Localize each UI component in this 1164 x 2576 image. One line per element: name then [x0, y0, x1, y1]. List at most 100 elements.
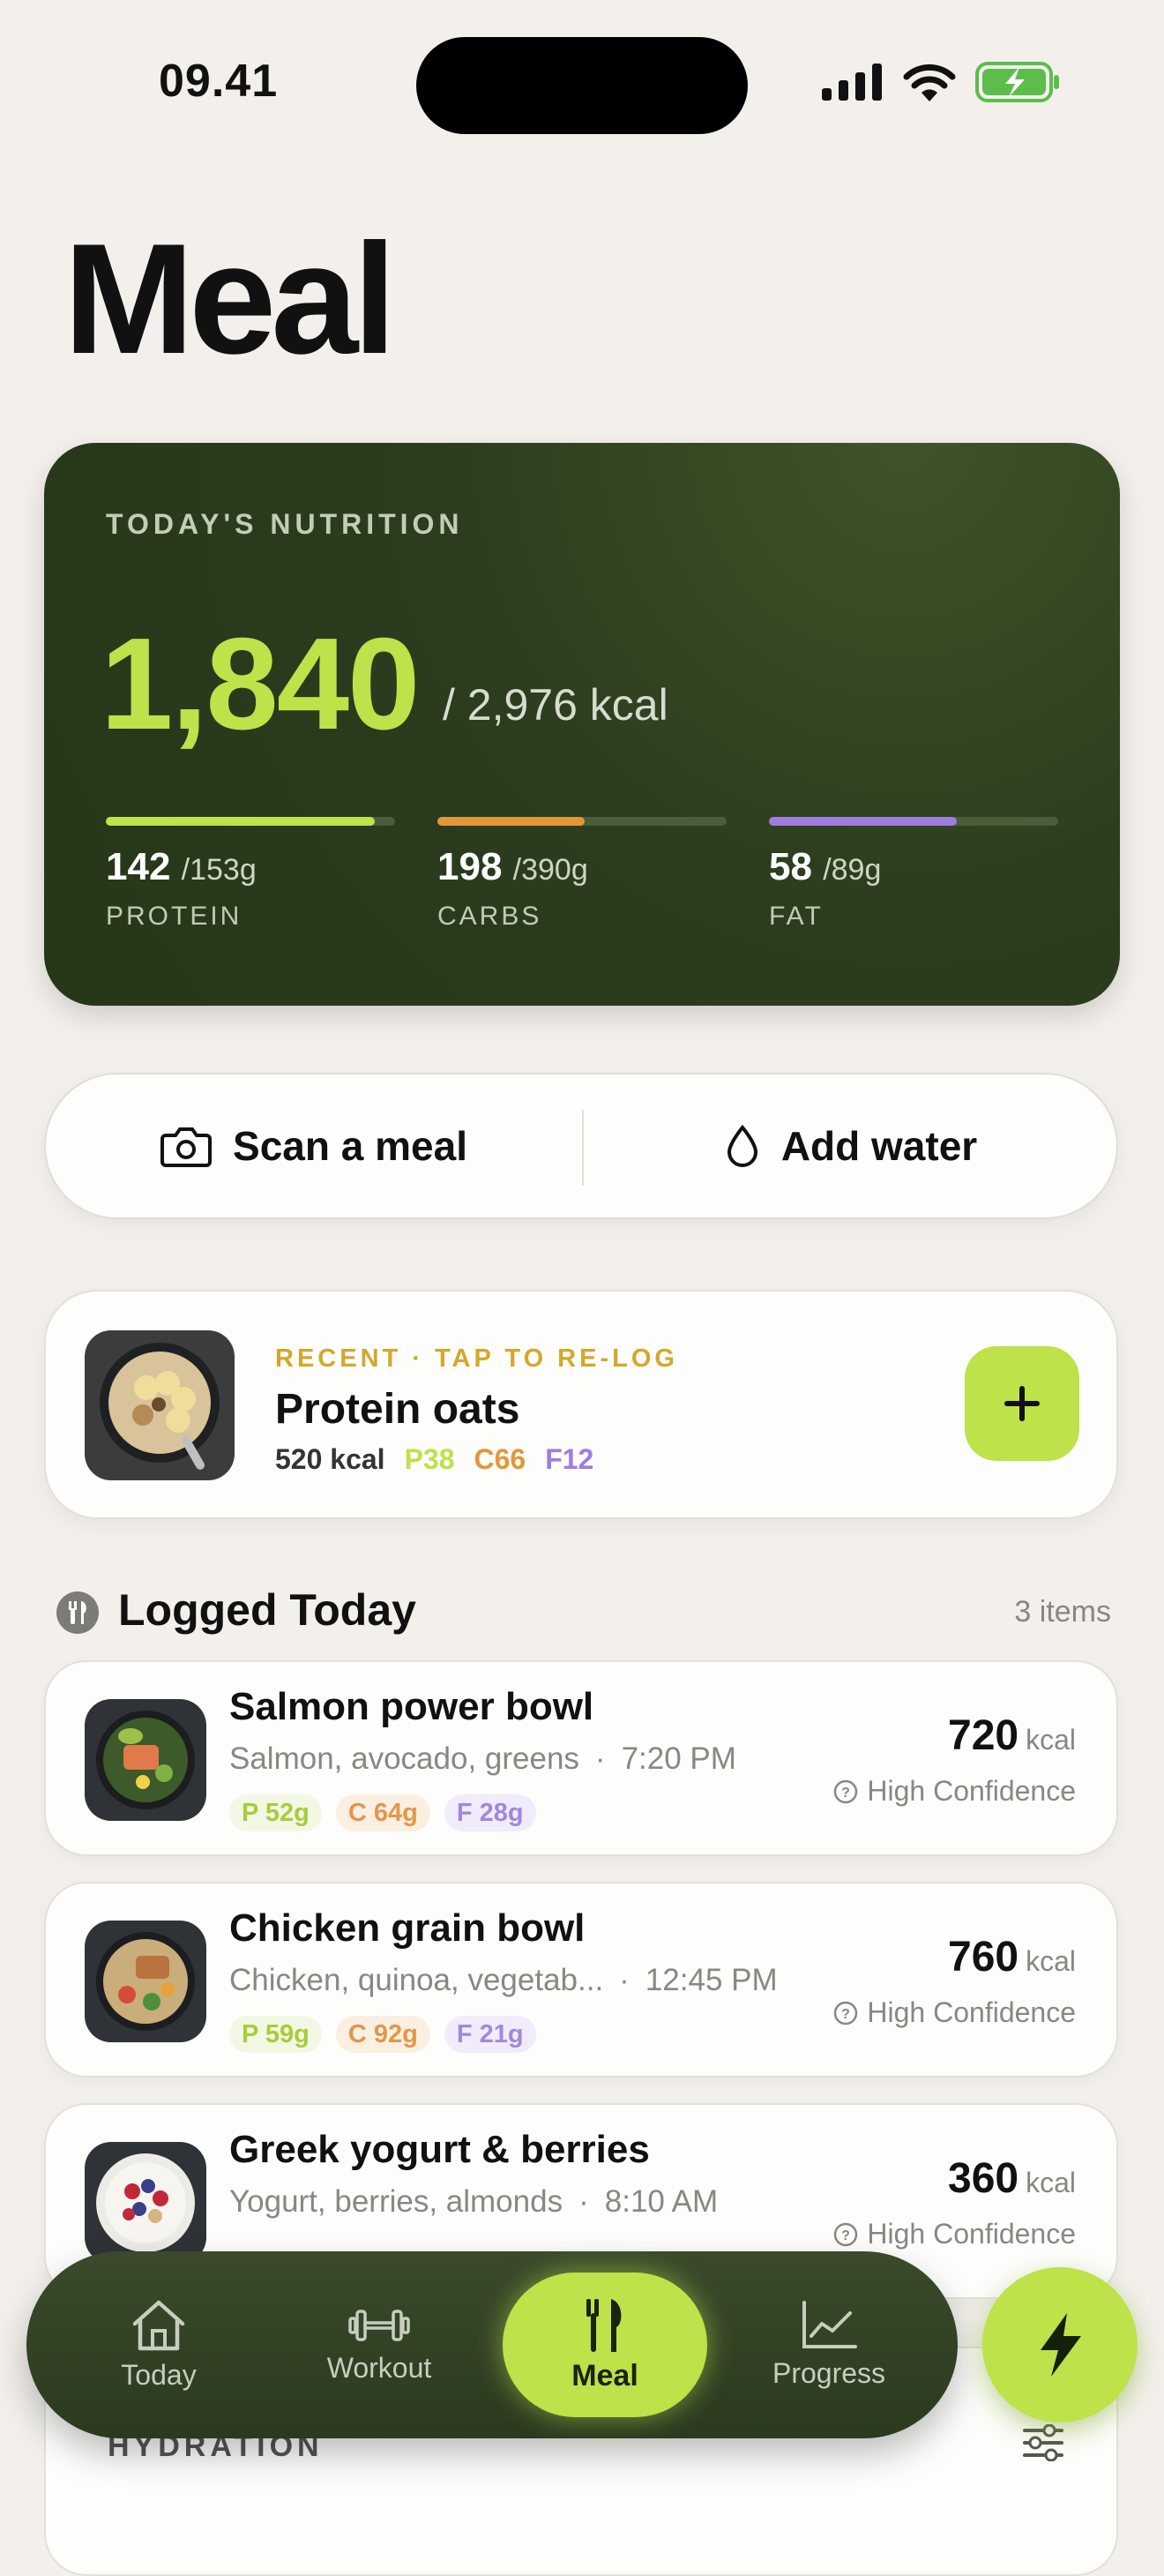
scan-meal-button[interactable]: Scan a meal: [46, 1075, 582, 1217]
tab-today[interactable]: Today: [71, 2251, 247, 2438]
question-circle-icon: ?: [834, 2001, 858, 2025]
carbs-value: 198: [437, 845, 503, 888]
tab-workout[interactable]: Workout: [291, 2251, 467, 2438]
tab-meal[interactable]: Meal: [503, 2273, 707, 2417]
recent-meal-image: [85, 1330, 235, 1480]
fat-label: FAT: [769, 902, 824, 931]
meal-name: Salmon power bowl: [229, 1685, 594, 1728]
meal-kcal-unit: kcal: [1026, 1945, 1076, 1977]
recent-meal-card[interactable]: RECENT · TAP TO RE-LOG Protein oats 520 …: [44, 1290, 1118, 1519]
macro-carbs: 198 /390g CARBS: [437, 817, 727, 932]
sliders-icon[interactable]: [1023, 2424, 1063, 2461]
tab-progress-label: Progress: [772, 2356, 886, 2389]
protein-tag: P 52g: [229, 1794, 322, 1831]
confidence-label: High Confidence: [867, 2218, 1076, 2250]
meal-name: Chicken grain bowl: [229, 1906, 586, 1950]
protein-progress-track: [106, 817, 395, 826]
fat-progress-track: [769, 817, 1058, 826]
protein-progress-fill: [106, 817, 376, 826]
meal-image: [85, 1699, 206, 1821]
signal-icon: [822, 64, 882, 101]
nutrition-card[interactable]: TODAY'S NUTRITION 1,840 / 2,976 kcal 142…: [44, 443, 1120, 1006]
meal-time: 8:10 AM: [604, 2184, 719, 2219]
wifi-icon: [903, 64, 956, 101]
question-circle-icon: ?: [834, 2222, 858, 2246]
page-title: Meal: [63, 211, 397, 386]
tab-today-label: Today: [121, 2358, 197, 2391]
recent-kcal: 520 kcal: [275, 1443, 385, 1475]
meal-calories: 360 kcal: [948, 2154, 1076, 2203]
meal-item[interactable]: Salmon power bowl Salmon, avocado, green…: [44, 1660, 1118, 1856]
carbs-label: CARBS: [437, 902, 542, 931]
tab-progress[interactable]: Progress: [741, 2251, 917, 2438]
meal-desc: Salmon, avocado, greens: [229, 1741, 579, 1776]
fat-progress-fill: [769, 817, 958, 826]
calories-consumed: 1,840: [101, 611, 420, 757]
meal-calories: 720 kcal: [948, 1711, 1076, 1760]
lightning-icon: [1041, 2313, 1081, 2377]
meal-desc: Chicken, quinoa, vegetab...: [229, 1963, 604, 1997]
meal-time: 7:20 PM: [621, 1741, 736, 1776]
nutrition-label: TODAY'S NUTRITION: [106, 508, 464, 540]
tab-bar: Today Workout Progress: [26, 2251, 958, 2438]
protein-tag: P 59g: [229, 2016, 322, 2053]
tab-workout-label: Workout: [326, 2351, 432, 2384]
confidence: ? High Confidence: [833, 2218, 1076, 2250]
svg-text:?: ?: [842, 2228, 851, 2243]
home-icon: [132, 2300, 185, 2350]
meal-name: Greek yogurt & berries: [229, 2128, 650, 2171]
protein-label: PROTEIN: [106, 902, 242, 931]
carbs-progress-track: [437, 817, 727, 826]
utensils-icon: [586, 2298, 622, 2352]
meal-kcal-unit: kcal: [1026, 1724, 1076, 1756]
meal-kcal-value: 360: [948, 2155, 1019, 2202]
quick-log-button[interactable]: [982, 2267, 1138, 2422]
meal-kcal-value: 720: [948, 1712, 1019, 1759]
battery-charging-icon: [975, 62, 1059, 102]
status-time: 09.41: [159, 56, 279, 107]
meal-image: [85, 2142, 206, 2264]
dynamic-island: [416, 37, 748, 134]
carbs-progress-fill: [437, 817, 586, 826]
question-circle-icon: ?: [834, 1779, 858, 1803]
macro-protein: 142 /153g PROTEIN: [106, 817, 395, 932]
chart-line-icon: [802, 2300, 857, 2348]
meal-desc: Yogurt, berries, almonds: [229, 2184, 563, 2219]
carbs-tag: C 92g: [335, 2016, 430, 2053]
macro-fat: 58 /89g FAT: [769, 817, 1058, 932]
svg-text:?: ?: [842, 2007, 851, 2022]
logged-today-title: Logged Today: [118, 1585, 416, 1635]
tab-meal-label: Meal: [571, 2358, 638, 2393]
status-icons: [822, 62, 1060, 102]
svg-text:?: ?: [842, 1786, 851, 1801]
meal-details: Chicken, quinoa, vegetab... · 12:45 PM: [229, 1963, 778, 1997]
recent-carbs: C66: [474, 1443, 526, 1475]
meal-item[interactable]: Chicken grain bowl Chicken, quinoa, vege…: [44, 1882, 1118, 2078]
utensils-icon: [56, 1591, 99, 1634]
relog-button[interactable]: [965, 1346, 1079, 1461]
carbs-goal: /390g: [512, 853, 588, 887]
macro-tags: P 52g C 64g F 28g: [229, 1794, 536, 1831]
quick-actions: Scan a meal Add water: [44, 1073, 1118, 1219]
scan-meal-label: Scan a meal: [233, 1123, 467, 1169]
confidence: ? High Confidence: [833, 1996, 1076, 2029]
confidence-label: High Confidence: [867, 1996, 1076, 2028]
fat-tag: F 21g: [444, 2016, 536, 2053]
confidence-label: High Confidence: [867, 1775, 1076, 1807]
meal-time: 12:45 PM: [645, 1963, 778, 1997]
water-drop-icon: [727, 1124, 757, 1167]
meal-calories: 760 kcal: [948, 1933, 1076, 1981]
recent-meal-name: Protein oats: [275, 1386, 520, 1433]
carbs-tag: C 64g: [335, 1794, 430, 1831]
meal-image: [85, 1921, 206, 2042]
recent-tag: RECENT · TAP TO RE-LOG: [275, 1344, 678, 1373]
camera-icon: [160, 1127, 213, 1167]
confidence: ? High Confidence: [833, 1775, 1076, 1808]
plus-icon: [1004, 1386, 1040, 1421]
fat-goal: /89g: [823, 853, 882, 887]
meal-details: Yogurt, berries, almonds · 8:10 AM: [229, 2184, 719, 2219]
dumbbell-icon: [348, 2309, 410, 2341]
recent-fat: F12: [545, 1443, 594, 1475]
recent-meal-stats: 520 kcal P38 C66 F12: [275, 1443, 593, 1476]
add-water-button[interactable]: Add water: [584, 1075, 1118, 1217]
